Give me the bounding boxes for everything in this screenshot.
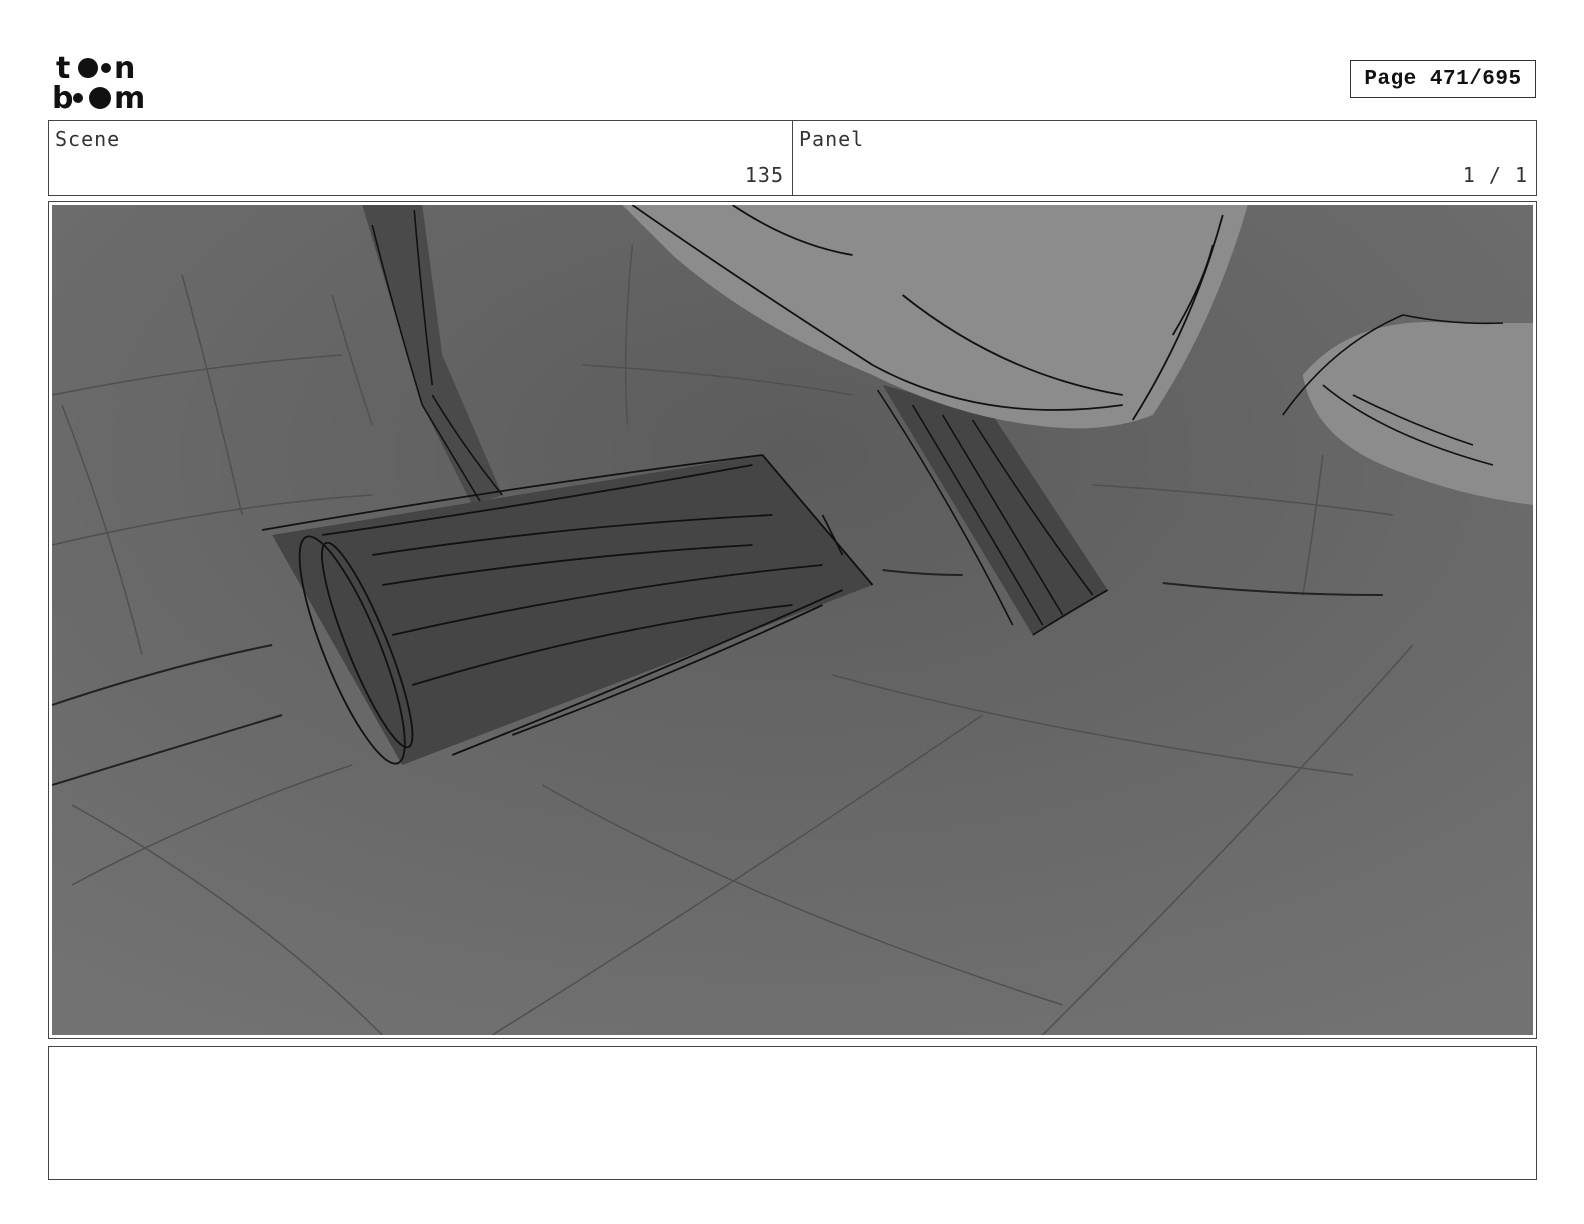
svg-text:b: b [52, 81, 73, 112]
storyboard-image-frame [48, 201, 1537, 1039]
panel-notes-box [48, 1046, 1537, 1180]
panel-number: 1 / 1 [1462, 163, 1528, 187]
scene-panel-header: Scene 135 Panel 1 / 1 [48, 120, 1537, 196]
storyboard-sketch [52, 205, 1533, 1035]
toonboom-logo: t n b m [50, 50, 170, 116]
panel-cell: Panel 1 / 1 [792, 121, 1536, 195]
svg-text:m: m [114, 81, 145, 112]
scene-cell: Scene 135 [49, 121, 792, 195]
scene-label: Scene [55, 127, 121, 151]
page-number: Page 471/695 [1350, 60, 1536, 98]
scene-number: 135 [744, 163, 784, 187]
toonboom-logo-mark: t n b m [52, 51, 145, 116]
panel-label: Panel [799, 127, 865, 151]
